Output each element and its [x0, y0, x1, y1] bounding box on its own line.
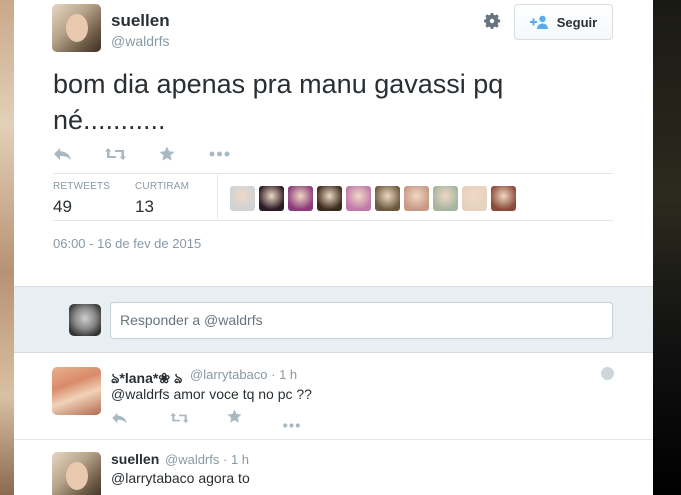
reply-separator [14, 439, 653, 440]
background-left-photo [0, 0, 14, 495]
author-handle[interactable]: @waldrfs [111, 33, 170, 49]
favoriter-avatar-4[interactable] [317, 186, 342, 211]
reply-1-text: @waldrfs amor voce tq no pc ?? [111, 386, 312, 402]
more-icon[interactable] [209, 145, 230, 163]
favoriter-avatar-8[interactable] [433, 186, 458, 211]
favorites-stat[interactable]: CURTIRAM 13 [135, 181, 189, 217]
reply-1-meta[interactable]: @larrytabaco · 1 h [190, 367, 297, 382]
favoriter-avatar-6[interactable] [375, 186, 400, 211]
tweet-text-line-1: bom dia apenas pra manu gavassi pq [53, 69, 504, 99]
reply-1-retweet-icon[interactable] [170, 411, 189, 429]
follow-button[interactable]: Seguir [514, 4, 613, 40]
favoriter-avatar-5[interactable] [346, 186, 371, 211]
favoriter-avatar-7[interactable] [404, 186, 429, 211]
background-right-photo [653, 0, 681, 495]
favorites-label: CURTIRAM [135, 181, 190, 192]
reply-2-avatar[interactable] [52, 452, 101, 495]
reply-2-handle: @waldrfs [165, 452, 220, 467]
reply-2-time: · 1 h [223, 452, 250, 467]
favoriter-avatar-2[interactable] [259, 186, 284, 211]
favoriter-avatar-9[interactable] [462, 186, 487, 211]
tweet-text-line-2: né........... [53, 105, 166, 135]
reply-input[interactable]: Responder a @waldrfs [110, 302, 613, 339]
reply-1-handle: @larrytabaco [190, 367, 268, 382]
retweets-count: 49 [53, 197, 72, 216]
current-user-avatar [69, 304, 101, 336]
reply-1-more-icon[interactable] [282, 415, 301, 433]
reply-2-meta[interactable]: @waldrfs · 1 h [165, 452, 249, 467]
favoriter-avatar-3[interactable] [288, 186, 313, 211]
reply-1-reply-icon[interactable] [111, 411, 128, 429]
reply-2-name[interactable]: suellen [111, 451, 159, 467]
stats-top-divider [53, 173, 613, 174]
reply-1-favorite-icon[interactable] [227, 409, 242, 429]
favoriter-avatar-1[interactable] [230, 186, 255, 211]
reply-1-time: · 1 h [271, 367, 298, 382]
reply-2-text: @larrytabaco agora to [111, 470, 250, 486]
reply-1-avatar[interactable] [52, 367, 101, 415]
gear-icon[interactable] [482, 11, 502, 31]
favorites-count: 13 [135, 197, 154, 216]
author-name[interactable]: suellen [111, 11, 170, 31]
follow-person-icon [529, 15, 548, 29]
stats-bottom-divider [53, 220, 613, 221]
tweet-text: bom dia apenas pra manu gavassi pq né...… [53, 66, 613, 138]
tweet-timestamp[interactable]: 06:00 - 16 de fev de 2015 [53, 236, 201, 251]
stats-separator [217, 175, 218, 219]
retweets-label: RETWEETS [53, 181, 111, 192]
reply-icon[interactable] [53, 145, 72, 163]
follow-button-label: Seguir [556, 14, 598, 30]
favorite-icon[interactable] [159, 145, 175, 163]
retweets-stat[interactable]: RETWEETS 49 [53, 181, 110, 217]
author-avatar[interactable] [52, 4, 101, 52]
reply-1-status-icon [601, 367, 614, 380]
retweet-icon[interactable] [105, 145, 126, 163]
favoriter-avatar-10[interactable] [491, 186, 516, 211]
